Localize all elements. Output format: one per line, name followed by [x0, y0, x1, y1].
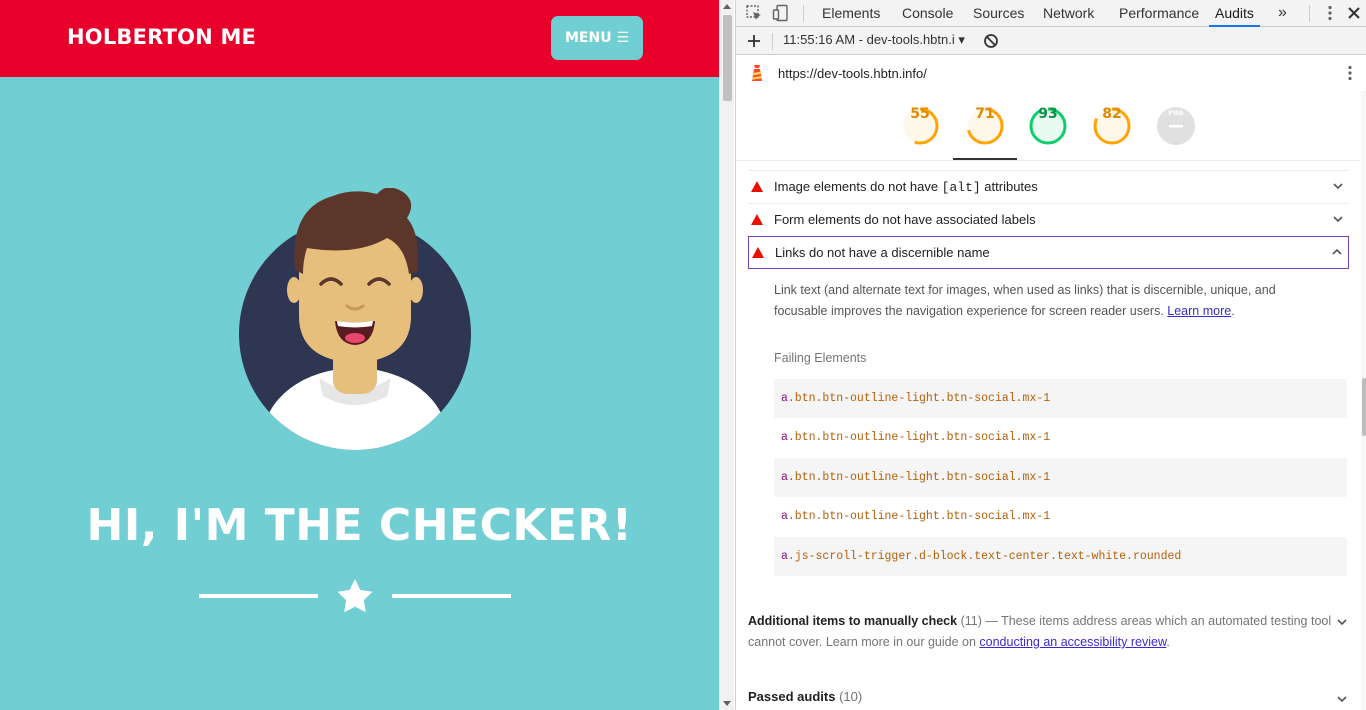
toolbar-separator — [803, 5, 804, 22]
audit-list: Image elements do not have [alt] attribu… — [748, 170, 1349, 269]
tab-network[interactable]: Network — [1037, 0, 1100, 27]
failing-elements-table: a.btn.btn-outline-light.btn-social.mx-1 … — [774, 379, 1347, 576]
star-icon — [337, 579, 373, 613]
avatar-illustration — [239, 188, 471, 450]
masthead-heading: HI, I'M THE CHECKER! — [86, 500, 633, 551]
gauge-score: 55 — [910, 106, 930, 122]
gauge-pwa[interactable]: PWA — [1156, 106, 1196, 146]
devtools-tabbar: Elements Console Sources Network Perform… — [736, 0, 1366, 27]
accessibility-review-link[interactable]: conducting an accessibility review — [979, 635, 1166, 649]
fail-triangle-icon — [752, 247, 764, 258]
failing-element-row[interactable]: a.btn.btn-outline-light.btn-social.mx-1 — [774, 457, 1347, 498]
site-brand[interactable]: HOLBERTON ME — [67, 25, 256, 49]
chevron-down-icon[interactable] — [1333, 181, 1343, 191]
audit-item-image-alt[interactable]: Image elements do not have [alt] attribu… — [748, 170, 1349, 203]
new-audit-plus-icon[interactable] — [745, 32, 763, 50]
pwa-label: PWA — [1168, 110, 1184, 117]
inspect-element-icon[interactable] — [745, 4, 763, 22]
scroll-up-arrow-icon[interactable] — [723, 4, 731, 9]
website-viewport: HOLBERTON ME MENU ☰ HI, I'M THE CHECKER! — [0, 0, 719, 710]
passed-audits-title: Passed audits — [748, 689, 836, 704]
audit-item-form-labels[interactable]: Form elements do not have associated lab… — [748, 203, 1349, 236]
toolbar-separator — [1309, 5, 1310, 22]
gauge-score: 82 — [1102, 106, 1122, 122]
lighthouse-icon — [752, 65, 762, 81]
tab-sources[interactable]: Sources — [967, 0, 1030, 27]
passed-audits-count: (10) — [839, 689, 863, 704]
star-divider — [199, 579, 511, 613]
manual-checks-count: (11) — [960, 614, 982, 628]
tab-performance[interactable]: Performance — [1113, 0, 1205, 27]
manual-checks-section[interactable]: Additional items to manually check (11) … — [748, 611, 1338, 653]
tab-console[interactable]: Console — [896, 0, 959, 27]
chevron-down-icon[interactable] — [1333, 214, 1343, 224]
audited-url-bar: https://dev-tools.hbtn.info/ — [736, 56, 1366, 90]
chevron-down-icon[interactable] — [1337, 694, 1347, 704]
fail-triangle-icon — [751, 181, 763, 192]
failing-element-row[interactable]: a.btn.btn-outline-light.btn-social.mx-1 — [774, 497, 1347, 536]
audited-url[interactable]: https://dev-tools.hbtn.info/ — [778, 66, 927, 81]
audit-description: Link text (and alternate text for images… — [774, 283, 1276, 318]
failing-element-row[interactable]: a.btn.btn-outline-light.btn-social.mx-1 — [774, 418, 1347, 457]
devtools-panel: Elements Console Sources Network Perform… — [735, 0, 1366, 710]
scroll-down-arrow-icon[interactable] — [723, 701, 731, 706]
clear-block-icon[interactable] — [982, 32, 1000, 50]
audit-title: Links do not have a discernible name — [775, 245, 990, 260]
chevron-down-icon[interactable] — [1337, 617, 1347, 627]
passed-audits-section[interactable]: Passed audits (10) — [748, 689, 862, 704]
more-tabs-button[interactable]: » — [1272, 0, 1293, 27]
audits-toolbar: 11:55:16 AM - dev-tools.hbtn.i ▾ — [736, 27, 1366, 55]
kebab-menu-icon[interactable] — [1321, 4, 1339, 22]
gauge-best-practices[interactable]: 93 — [1028, 106, 1068, 146]
gauge-seo[interactable]: 82 — [1092, 106, 1132, 146]
gauge-performance[interactable]: 55 — [900, 106, 940, 146]
report-selector[interactable]: 11:55:16 AM - dev-tools.hbtn.i ▾ — [783, 32, 965, 48]
fail-triangle-icon — [751, 214, 763, 225]
failing-elements-label: Failing Elements — [774, 351, 867, 365]
gauge-score: 71 — [975, 106, 995, 122]
close-devtools-icon[interactable] — [1345, 4, 1363, 22]
failing-element-row[interactable]: a.btn.btn-outline-light.btn-social.mx-1 — [774, 379, 1347, 419]
tab-audits[interactable]: Audits — [1209, 0, 1260, 27]
gauge-score: 93 — [1038, 106, 1058, 122]
device-toolbar-icon[interactable] — [772, 4, 790, 22]
toolbar-separator — [772, 33, 773, 50]
menu-button[interactable]: MENU ☰ — [551, 16, 643, 60]
site-navbar: HOLBERTON ME MENU ☰ — [0, 0, 719, 77]
gauge-accessibility[interactable]: 71 — [965, 106, 1005, 146]
audit-item-link-name[interactable]: Links do not have a discernible name — [748, 236, 1349, 269]
audit-title: Image elements do not have [alt] attribu… — [774, 179, 1038, 195]
manual-checks-title: Additional items to manually check — [748, 614, 958, 628]
site-scrollbar[interactable] — [719, 0, 734, 710]
score-gauges: 55 71 93 82 PWA — [736, 91, 1361, 161]
tab-elements[interactable]: Elements — [816, 0, 886, 27]
devtools-scrollbar[interactable] — [1361, 91, 1366, 710]
scrollbar-thumb[interactable] — [1362, 378, 1366, 436]
selected-gauge-indicator — [953, 158, 1017, 160]
report-menu-icon[interactable] — [1341, 64, 1359, 82]
audit-title: Form elements do not have associated lab… — [774, 212, 1036, 227]
chevron-up-icon[interactable] — [1332, 247, 1342, 257]
learn-more-link[interactable]: Learn more — [1167, 304, 1231, 318]
failing-element-row[interactable]: a.js-scroll-trigger.d-block.text-center.… — [774, 536, 1347, 576]
scrollbar-thumb[interactable] — [723, 15, 732, 101]
